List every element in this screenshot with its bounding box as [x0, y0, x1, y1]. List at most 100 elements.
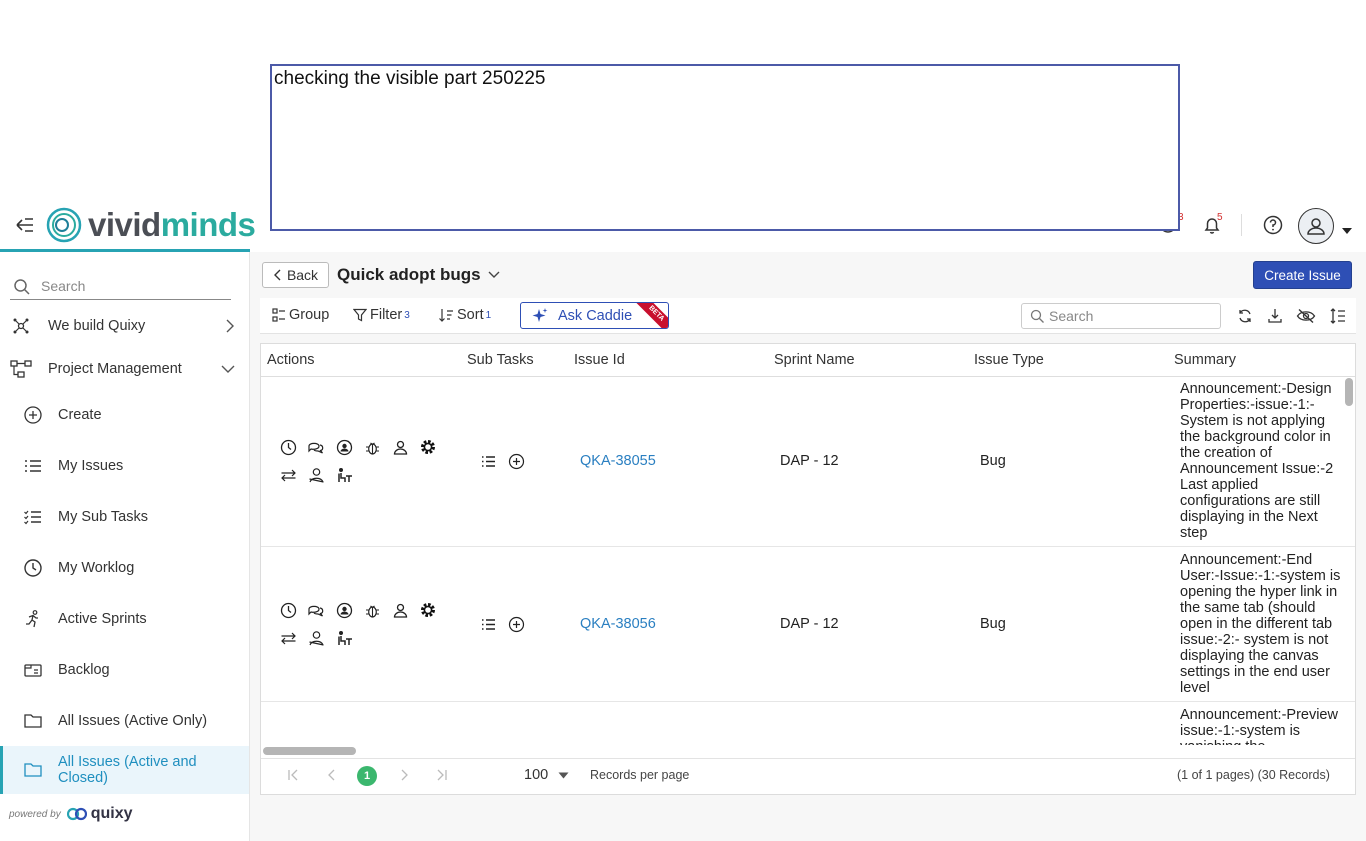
sidebar-item-label: My Sub Tasks	[58, 508, 148, 525]
list-icon	[22, 455, 44, 477]
sidebar-search-input[interactable]: Search	[10, 272, 231, 300]
column-header-issue-type[interactable]: Issue Type	[974, 352, 1044, 368]
hide-columns-icon[interactable]	[1295, 305, 1317, 327]
sidebar-item-all-issues-active-closed[interactable]: All Issues (Active and Closed)	[0, 746, 249, 794]
next-page-icon[interactable]	[399, 768, 409, 784]
issue-type-cell: Bug	[980, 453, 1006, 469]
swap-arrows-icon[interactable]	[279, 466, 297, 484]
horizontal-scrollbar[interactable]	[263, 747, 356, 755]
sidebar-item-backlog[interactable]: Backlog	[0, 644, 249, 695]
sidebar-item-label: My Worklog	[58, 559, 135, 576]
records-per-page-label: Records per page	[590, 768, 690, 782]
group-button[interactable]: Group	[272, 306, 329, 324]
pagination-info: (1 of 1 pages) (30 Records)	[1177, 768, 1330, 782]
backlog-icon	[22, 659, 44, 681]
issue-id-link[interactable]: QKA-38056	[580, 616, 656, 632]
sidebar-item-active-sprints[interactable]: Active Sprints	[0, 593, 249, 644]
chevron-down-icon	[488, 271, 500, 278]
sort-button[interactable]: Sort 1	[439, 306, 491, 324]
beta-ribbon: BETA	[630, 303, 668, 328]
filter-label: Filter	[370, 307, 403, 323]
text-box[interactable]: checking the visible part 250225	[270, 64, 1180, 231]
checklist-icon	[22, 506, 44, 528]
user-icon[interactable]	[391, 438, 409, 456]
watch-user-icon[interactable]	[307, 629, 325, 647]
worklog-clock-icon[interactable]	[279, 601, 297, 619]
group-icon	[272, 308, 285, 322]
summary-cell: Announcement:-Design Properties:-issue:-…	[1180, 381, 1334, 541]
sidebar-item-my-issues[interactable]: My Issues	[0, 440, 249, 491]
sidebar-item-create[interactable]: Create	[0, 389, 249, 440]
user-icon[interactable]	[391, 601, 409, 619]
watch-user-icon[interactable]	[307, 466, 325, 484]
sidebar-item-project-management[interactable]: Project Management	[0, 343, 249, 394]
issue-id-link[interactable]: QKA-38055	[580, 453, 656, 469]
sidebar-item-all-issues-active[interactable]: All Issues (Active Only)	[0, 695, 249, 746]
sidebar-item-my-sub-tasks[interactable]: My Sub Tasks	[0, 491, 249, 542]
filter-count: 3	[404, 309, 410, 321]
worklog-clock-icon[interactable]	[279, 438, 297, 456]
assign-user-icon[interactable]	[335, 601, 353, 619]
bug-icon[interactable]	[363, 438, 381, 456]
back-button[interactable]: Back	[262, 262, 329, 288]
column-header-issue-id[interactable]: Issue Id	[574, 352, 625, 368]
sidebar-item-label: Project Management	[48, 360, 182, 377]
chevron-right-icon	[226, 319, 234, 332]
bug-icon[interactable]	[363, 601, 381, 619]
settings-gear-icon[interactable]	[419, 438, 437, 456]
search-icon	[14, 279, 30, 295]
column-header-sprint-name[interactable]: Sprint Name	[774, 352, 855, 368]
caret-down-icon	[558, 772, 569, 778]
settings-gear-icon[interactable]	[419, 601, 437, 619]
column-header-sub-tasks[interactable]: Sub Tasks	[467, 352, 534, 368]
sprint-name-cell: DAP - 12	[780, 453, 839, 469]
row-height-icon[interactable]	[1327, 305, 1349, 327]
logo-mark-icon	[46, 207, 82, 243]
create-issue-button[interactable]: Create Issue	[1253, 261, 1352, 289]
sidebar-item-label: All Issues (Active and Closed)	[58, 754, 197, 786]
sidebar-item-label: We build Quixy	[48, 317, 146, 334]
help-icon[interactable]	[1260, 212, 1286, 238]
workspace-icon	[10, 315, 32, 337]
sprint-name-cell: DAP - 12	[780, 616, 839, 632]
sidebar-item-label: My Issues	[58, 457, 124, 474]
page-title[interactable]: Quick adopt bugs	[337, 265, 500, 285]
grid-search-input[interactable]: Search	[1021, 303, 1221, 329]
logo-text-vivid: vivid	[88, 206, 161, 243]
page-size-select[interactable]: 100	[524, 767, 569, 783]
assign-user-icon[interactable]	[335, 438, 353, 456]
subtask-list-icon[interactable]	[479, 615, 497, 633]
refresh-icon[interactable]	[1234, 305, 1256, 327]
first-page-icon[interactable]	[287, 768, 299, 784]
filter-button[interactable]: Filter 3	[353, 306, 410, 324]
notifications-badge: 5	[1217, 212, 1223, 223]
running-person-icon	[22, 608, 44, 630]
plus-circle-icon	[22, 404, 44, 426]
export-icon[interactable]	[1264, 305, 1286, 327]
vertical-scrollbar[interactable]	[1345, 378, 1353, 406]
swap-arrows-icon[interactable]	[279, 629, 297, 647]
column-header-summary[interactable]: Summary	[1174, 352, 1236, 368]
back-button-label: Back	[286, 267, 319, 283]
work-at-desk-icon[interactable]	[335, 629, 353, 647]
clock-icon	[22, 557, 44, 579]
sidebar-item-my-worklog[interactable]: My Worklog	[0, 542, 249, 593]
hierarchy-icon	[10, 358, 32, 380]
subtask-list-icon[interactable]	[479, 452, 497, 470]
user-avatar[interactable]	[1298, 208, 1334, 244]
collapse-menu-icon[interactable]	[13, 215, 35, 235]
add-subtask-icon[interactable]	[507, 452, 525, 470]
comments-icon[interactable]	[307, 438, 325, 456]
add-subtask-icon[interactable]	[507, 615, 525, 633]
current-page-button[interactable]: 1	[357, 766, 377, 786]
avatar-dropdown-icon[interactable]	[1341, 222, 1353, 240]
work-at-desk-icon[interactable]	[335, 466, 353, 484]
text-box-content: checking the visible part 250225	[274, 68, 546, 89]
last-page-icon[interactable]	[436, 768, 448, 784]
column-header-actions[interactable]: Actions	[267, 352, 315, 368]
ask-caddie-button[interactable]: Ask Caddie BETA	[520, 302, 669, 329]
comments-icon[interactable]	[307, 601, 325, 619]
sort-count: 1	[485, 309, 492, 321]
header-divider	[1241, 214, 1242, 236]
previous-page-icon[interactable]	[327, 768, 337, 784]
